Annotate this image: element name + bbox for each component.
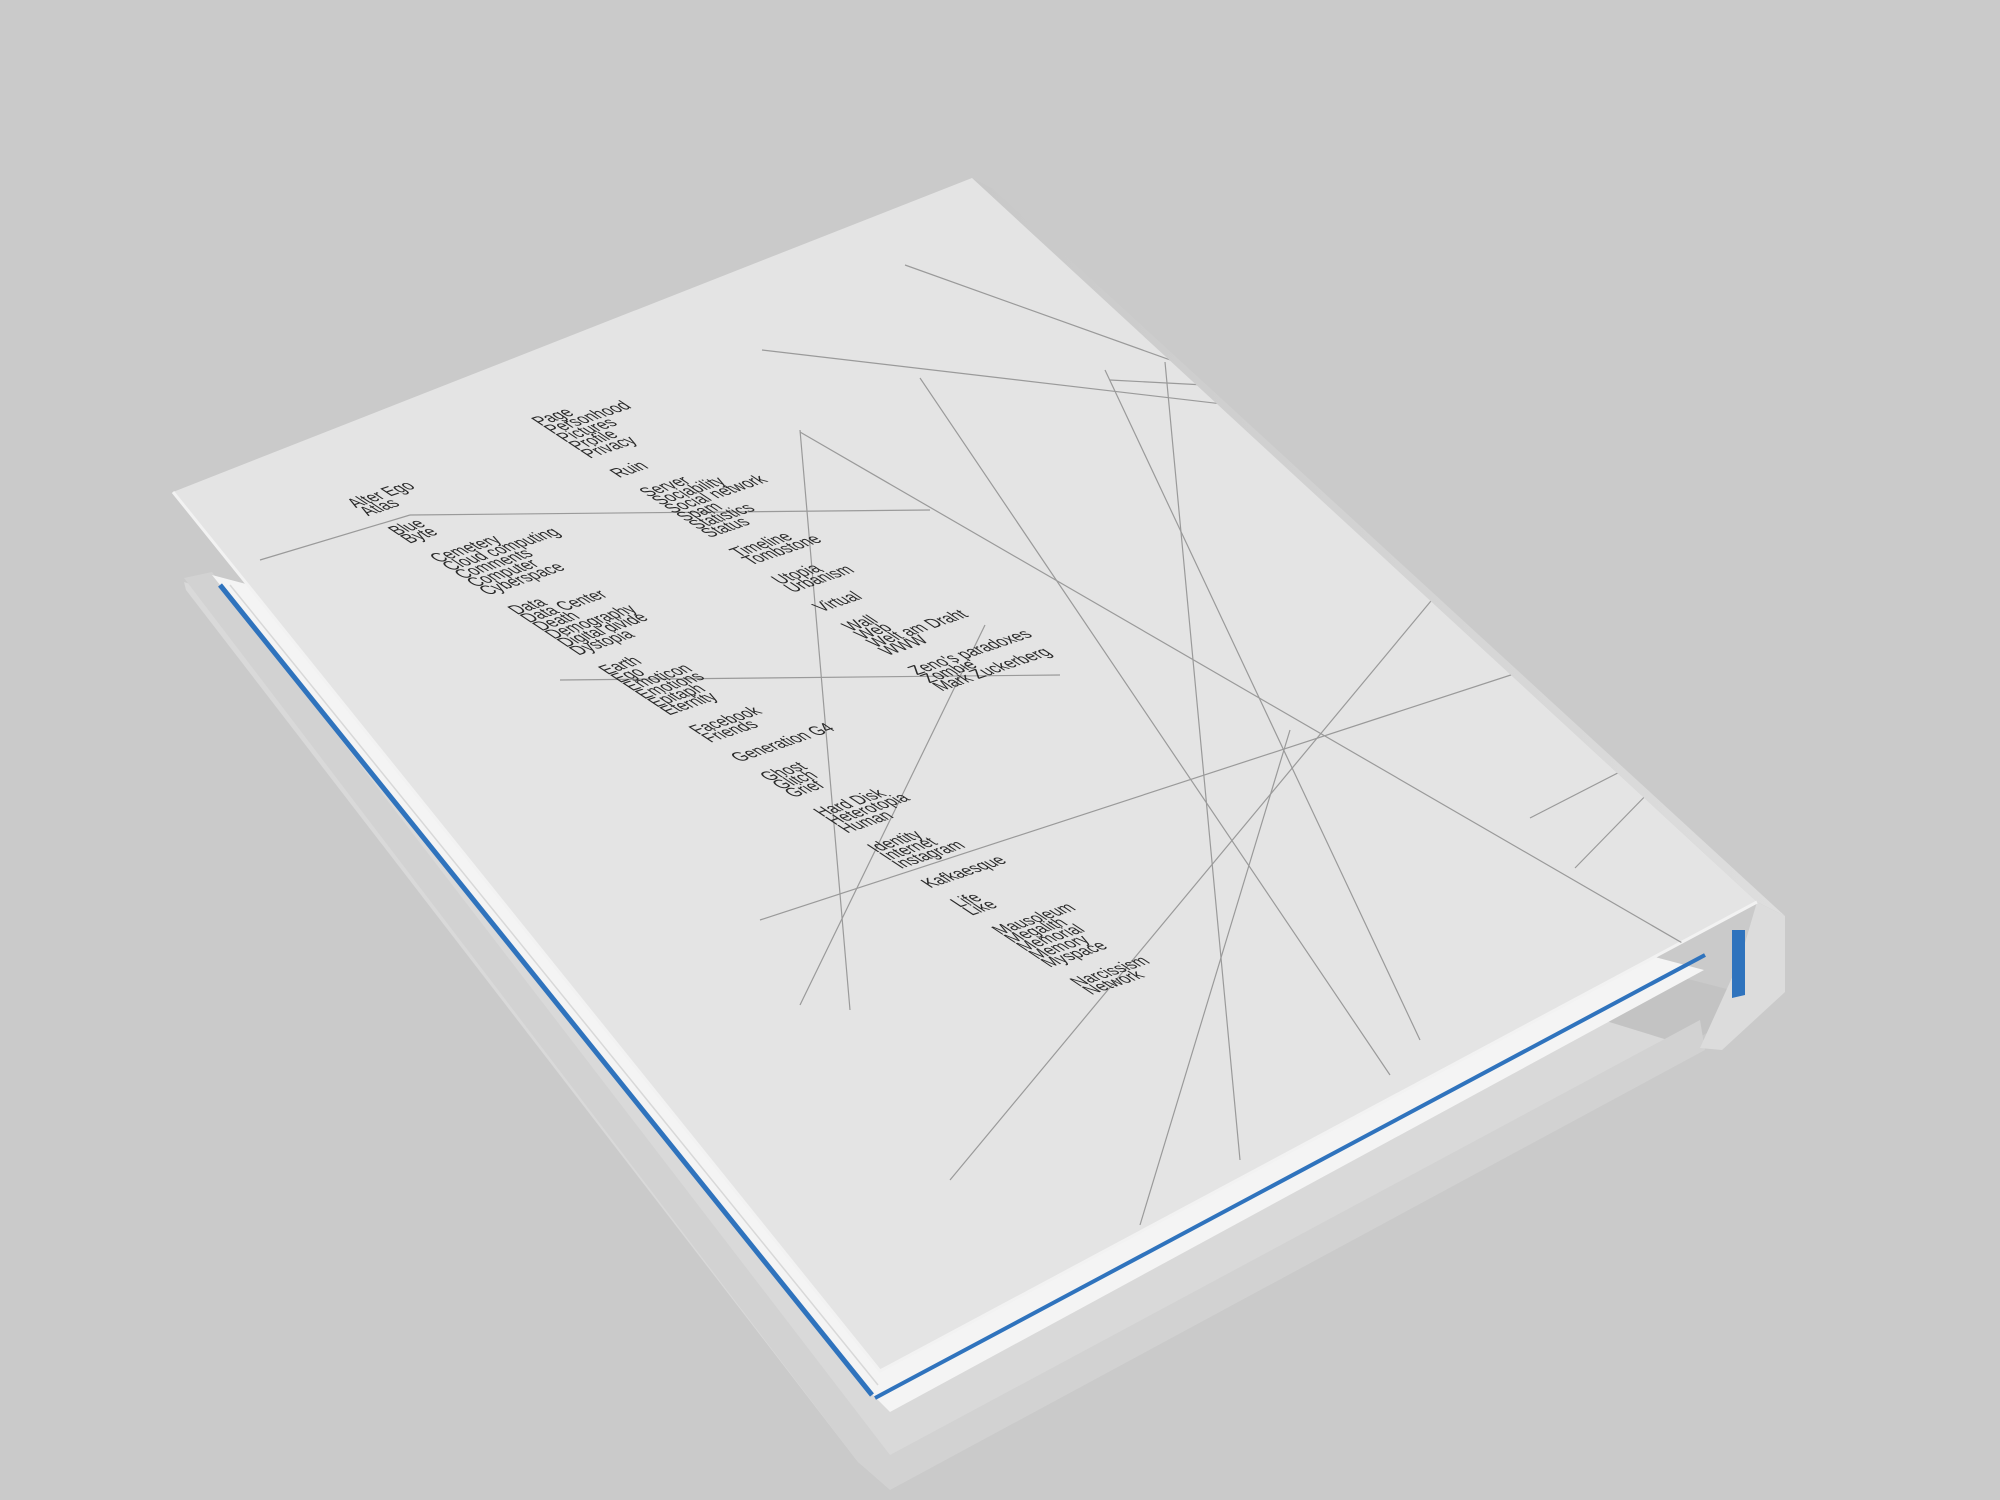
- spine-endband: [1732, 930, 1745, 998]
- book-photo-scene: Alter EgoAtlasBlueByteCemeteryCloud comp…: [0, 0, 2000, 1500]
